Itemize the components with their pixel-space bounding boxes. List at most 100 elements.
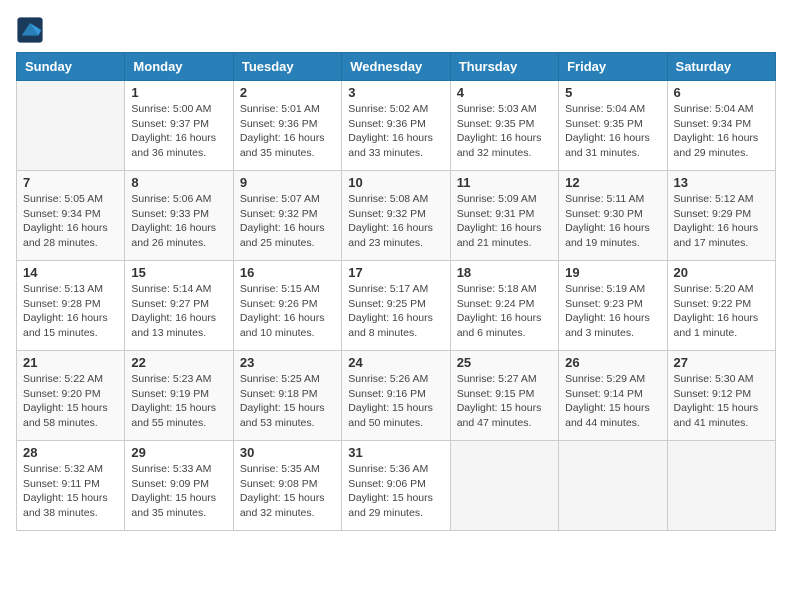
day-number: 19	[565, 265, 660, 280]
day-info: Sunrise: 5:01 AM Sunset: 9:36 PM Dayligh…	[240, 102, 335, 161]
day-number: 7	[23, 175, 118, 190]
calendar-week-4: 21Sunrise: 5:22 AM Sunset: 9:20 PM Dayli…	[17, 351, 776, 441]
day-number: 27	[674, 355, 769, 370]
day-info: Sunrise: 5:14 AM Sunset: 9:27 PM Dayligh…	[131, 282, 226, 341]
calendar-week-1: 1Sunrise: 5:00 AM Sunset: 9:37 PM Daylig…	[17, 81, 776, 171]
day-info: Sunrise: 5:04 AM Sunset: 9:34 PM Dayligh…	[674, 102, 769, 161]
day-number: 13	[674, 175, 769, 190]
day-number: 29	[131, 445, 226, 460]
day-info: Sunrise: 5:33 AM Sunset: 9:09 PM Dayligh…	[131, 462, 226, 521]
day-number: 28	[23, 445, 118, 460]
day-number: 17	[348, 265, 443, 280]
day-info: Sunrise: 5:06 AM Sunset: 9:33 PM Dayligh…	[131, 192, 226, 251]
day-info: Sunrise: 5:29 AM Sunset: 9:14 PM Dayligh…	[565, 372, 660, 431]
calendar-cell: 10 Sunrise: 5:08 AM Sunset: 9:32 PM Dayli…	[342, 171, 450, 261]
day-info: Sunrise: 5:08 AM Sunset: 9:32 PM Dayligh…	[348, 192, 443, 251]
weekday-header-tuesday: Tuesday	[233, 53, 341, 81]
calendar-cell: 22Sunrise: 5:23 AM Sunset: 9:19 PM Dayli…	[125, 351, 233, 441]
day-info: Sunrise: 5:32 AM Sunset: 9:11 PM Dayligh…	[23, 462, 118, 521]
calendar-cell	[559, 441, 667, 531]
day-info: Sunrise: 5:11 AM Sunset: 9:30 PM Dayligh…	[565, 192, 660, 251]
day-info: Sunrise: 5:09 AM Sunset: 9:31 PM Dayligh…	[457, 192, 552, 251]
calendar-cell: 15 Sunrise: 5:14 AM Sunset: 9:27 PM Dayli…	[125, 261, 233, 351]
day-info: Sunrise: 5:12 AM Sunset: 9:29 PM Dayligh…	[674, 192, 769, 251]
calendar-cell	[667, 441, 775, 531]
day-info: Sunrise: 5:30 AM Sunset: 9:12 PM Dayligh…	[674, 372, 769, 431]
calendar-cell: 17 Sunrise: 5:17 AM Sunset: 9:25 PM Dayli…	[342, 261, 450, 351]
weekday-header-thursday: Thursday	[450, 53, 558, 81]
day-number: 2	[240, 85, 335, 100]
calendar-cell: 28 Sunrise: 5:32 AM Sunset: 9:11 PM Dayli…	[17, 441, 125, 531]
day-info: Sunrise: 5:23 AM Sunset: 9:19 PM Dayligh…	[131, 372, 226, 431]
day-info: Sunrise: 5:13 AM Sunset: 9:28 PM Dayligh…	[23, 282, 118, 341]
day-info: Sunrise: 5:07 AM Sunset: 9:32 PM Dayligh…	[240, 192, 335, 251]
day-number: 1	[131, 85, 226, 100]
day-number: 24	[348, 355, 443, 370]
weekday-header-wednesday: Wednesday	[342, 53, 450, 81]
calendar-cell: 4 Sunrise: 5:03 AM Sunset: 9:35 PM Daylig…	[450, 81, 558, 171]
weekday-header-saturday: Saturday	[667, 53, 775, 81]
day-info: Sunrise: 5:22 AM Sunset: 9:20 PM Dayligh…	[23, 372, 118, 431]
weekday-header-sunday: Sunday	[17, 53, 125, 81]
day-number: 20	[674, 265, 769, 280]
calendar-cell: 14Sunrise: 5:13 AM Sunset: 9:28 PM Dayli…	[17, 261, 125, 351]
day-info: Sunrise: 5:03 AM Sunset: 9:35 PM Dayligh…	[457, 102, 552, 161]
calendar-cell: 11Sunrise: 5:09 AM Sunset: 9:31 PM Dayli…	[450, 171, 558, 261]
calendar-cell: 3Sunrise: 5:02 AM Sunset: 9:36 PM Daylig…	[342, 81, 450, 171]
calendar-cell: 2 Sunrise: 5:01 AM Sunset: 9:36 PM Daylig…	[233, 81, 341, 171]
day-info: Sunrise: 5:15 AM Sunset: 9:26 PM Dayligh…	[240, 282, 335, 341]
day-number: 10	[348, 175, 443, 190]
calendar-cell: 7 Sunrise: 5:05 AM Sunset: 9:34 PM Daylig…	[17, 171, 125, 261]
calendar-cell: 9 Sunrise: 5:07 AM Sunset: 9:32 PM Daylig…	[233, 171, 341, 261]
day-number: 9	[240, 175, 335, 190]
calendar-table: SundayMondayTuesdayWednesdayThursdayFrid…	[16, 52, 776, 531]
day-info: Sunrise: 5:35 AM Sunset: 9:08 PM Dayligh…	[240, 462, 335, 521]
calendar-cell: 13 Sunrise: 5:12 AM Sunset: 9:29 PM Dayli…	[667, 171, 775, 261]
calendar-cell: 26 Sunrise: 5:29 AM Sunset: 9:14 PM Dayli…	[559, 351, 667, 441]
day-info: Sunrise: 5:27 AM Sunset: 9:15 PM Dayligh…	[457, 372, 552, 431]
calendar-cell: 29 Sunrise: 5:33 AM Sunset: 9:09 PM Dayli…	[125, 441, 233, 531]
day-info: Sunrise: 5:36 AM Sunset: 9:06 PM Dayligh…	[348, 462, 443, 521]
calendar-cell	[17, 81, 125, 171]
day-number: 4	[457, 85, 552, 100]
page-header	[16, 16, 776, 44]
calendar-cell: 8Sunrise: 5:06 AM Sunset: 9:33 PM Daylig…	[125, 171, 233, 261]
day-info: Sunrise: 5:25 AM Sunset: 9:18 PM Dayligh…	[240, 372, 335, 431]
day-number: 3	[348, 85, 443, 100]
day-info: Sunrise: 5:19 AM Sunset: 9:23 PM Dayligh…	[565, 282, 660, 341]
calendar-cell: 6 Sunrise: 5:04 AM Sunset: 9:34 PM Daylig…	[667, 81, 775, 171]
day-number: 26	[565, 355, 660, 370]
calendar-week-2: 7 Sunrise: 5:05 AM Sunset: 9:34 PM Daylig…	[17, 171, 776, 261]
calendar-body: 1Sunrise: 5:00 AM Sunset: 9:37 PM Daylig…	[17, 81, 776, 531]
day-info: Sunrise: 5:05 AM Sunset: 9:34 PM Dayligh…	[23, 192, 118, 251]
day-number: 5	[565, 85, 660, 100]
day-number: 6	[674, 85, 769, 100]
calendar-cell: 20 Sunrise: 5:20 AM Sunset: 9:22 PM Dayli…	[667, 261, 775, 351]
calendar-week-5: 28 Sunrise: 5:32 AM Sunset: 9:11 PM Dayli…	[17, 441, 776, 531]
day-number: 18	[457, 265, 552, 280]
day-info: Sunrise: 5:26 AM Sunset: 9:16 PM Dayligh…	[348, 372, 443, 431]
day-info: Sunrise: 5:20 AM Sunset: 9:22 PM Dayligh…	[674, 282, 769, 341]
day-number: 15	[131, 265, 226, 280]
calendar-cell: 27 Sunrise: 5:30 AM Sunset: 9:12 PM Dayli…	[667, 351, 775, 441]
day-info: Sunrise: 5:17 AM Sunset: 9:25 PM Dayligh…	[348, 282, 443, 341]
calendar-cell: 18Sunrise: 5:18 AM Sunset: 9:24 PM Dayli…	[450, 261, 558, 351]
calendar-cell	[450, 441, 558, 531]
calendar-week-3: 14Sunrise: 5:13 AM Sunset: 9:28 PM Dayli…	[17, 261, 776, 351]
calendar-cell: 30 Sunrise: 5:35 AM Sunset: 9:08 PM Dayli…	[233, 441, 341, 531]
day-info: Sunrise: 5:04 AM Sunset: 9:35 PM Dayligh…	[565, 102, 660, 161]
calendar-cell: 1Sunrise: 5:00 AM Sunset: 9:37 PM Daylig…	[125, 81, 233, 171]
calendar-cell: 19 Sunrise: 5:19 AM Sunset: 9:23 PM Dayli…	[559, 261, 667, 351]
logo-icon	[16, 16, 44, 44]
calendar-cell: 23 Sunrise: 5:25 AM Sunset: 9:18 PM Dayli…	[233, 351, 341, 441]
weekday-header-row: SundayMondayTuesdayWednesdayThursdayFrid…	[17, 53, 776, 81]
calendar-cell: 5 Sunrise: 5:04 AM Sunset: 9:35 PM Daylig…	[559, 81, 667, 171]
calendar-cell: 25 Sunrise: 5:27 AM Sunset: 9:15 PM Dayli…	[450, 351, 558, 441]
day-number: 30	[240, 445, 335, 460]
day-number: 23	[240, 355, 335, 370]
calendar-cell: 16Sunrise: 5:15 AM Sunset: 9:26 PM Dayli…	[233, 261, 341, 351]
weekday-header-monday: Monday	[125, 53, 233, 81]
calendar-cell: 21Sunrise: 5:22 AM Sunset: 9:20 PM Dayli…	[17, 351, 125, 441]
day-number: 25	[457, 355, 552, 370]
weekday-header-friday: Friday	[559, 53, 667, 81]
